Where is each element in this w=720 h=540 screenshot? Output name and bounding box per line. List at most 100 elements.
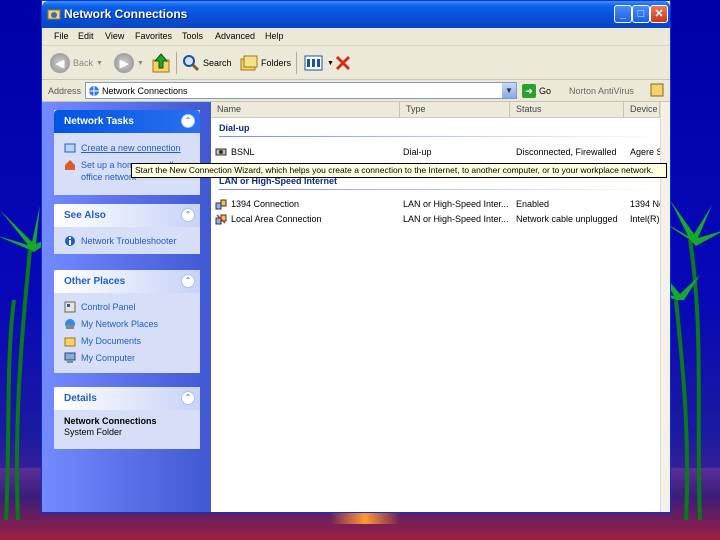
details-subtitle: System Folder xyxy=(64,427,123,437)
row-name: 1394 Connection xyxy=(231,199,300,209)
folders-icon xyxy=(240,55,258,71)
menu-view[interactable]: View xyxy=(105,31,124,41)
column-status[interactable]: Status xyxy=(510,102,624,118)
details-header[interactable]: Details ⌃ xyxy=(54,387,200,410)
network-troubleshooter-link[interactable]: Network Troubleshooter xyxy=(54,232,200,249)
row-name: BSNL xyxy=(231,147,255,157)
my-network-places-label: My Network Places xyxy=(81,318,159,329)
wizard-tooltip: Start the New Connection Wizard, which h… xyxy=(131,163,667,178)
back-dropdown-icon: ▼ xyxy=(96,59,103,67)
home-network-label-line2: office network xyxy=(81,171,137,182)
minimize-button[interactable]: _ xyxy=(614,5,632,23)
see-also-header[interactable]: See Also ⌃ xyxy=(54,204,200,227)
search-label: Search xyxy=(203,58,232,68)
my-network-places-link[interactable]: My Network Places xyxy=(54,315,200,332)
row-name: Local Area Connection xyxy=(231,214,322,224)
menu-favorites[interactable]: Favorites xyxy=(135,31,172,41)
lan-unplugged-icon xyxy=(215,214,227,225)
search-button[interactable]: Search xyxy=(182,52,232,74)
details-title: Details xyxy=(64,393,97,404)
search-icon xyxy=(183,55,200,72)
table-row[interactable]: Local Area Connection LAN or High-Speed … xyxy=(211,212,670,227)
address-value: Network Connections xyxy=(102,86,188,96)
forward-button[interactable]: ▶ ▼ xyxy=(114,52,144,74)
group-divider xyxy=(219,136,659,137)
menu-file[interactable]: File xyxy=(54,31,69,41)
my-documents-link[interactable]: My Documents xyxy=(54,332,200,349)
control-panel-label: Control Panel xyxy=(81,301,136,312)
column-name[interactable]: Name xyxy=(211,102,400,118)
info-icon xyxy=(65,235,75,246)
my-documents-label: My Documents xyxy=(81,335,142,346)
address-input[interactable]: Network Connections ▼ xyxy=(85,82,517,99)
my-computer-label: My Computer xyxy=(81,352,136,363)
table-row[interactable]: 1394 Connection LAN or High-Speed Inter.… xyxy=(211,197,670,212)
details-name: Network Connections xyxy=(64,416,157,426)
explorer-window: Network Connections _ □ ✕ File Edit View… xyxy=(41,0,671,513)
network-tasks-panel: Network Tasks ⌃ Create a new connection … xyxy=(54,110,200,195)
create-connection-label: Create a new connection xyxy=(81,142,181,153)
delete-button[interactable] xyxy=(334,52,352,74)
row-type: LAN or High-Speed Inter... xyxy=(403,214,508,224)
documents-folder-icon xyxy=(64,337,76,346)
dialup-connection-icon xyxy=(215,148,227,156)
table-row[interactable]: BSNL Dial-up Disconnected, Firewalled Ag… xyxy=(211,145,670,160)
column-type[interactable]: Type xyxy=(400,102,510,118)
folders-button[interactable]: Folders xyxy=(240,52,291,74)
menu-advanced[interactable]: Advanced xyxy=(215,31,255,41)
toolbar-separator xyxy=(176,52,177,74)
menu-edit[interactable]: Edit xyxy=(78,31,94,41)
group-dial-up: Dial-up xyxy=(219,123,250,133)
address-dropdown-icon[interactable]: ▼ xyxy=(502,83,516,98)
other-places-panel: Other Places ⌃ Control Panel My Network … xyxy=(54,270,200,373)
collapse-chevron-icon[interactable]: ⌃ xyxy=(181,274,195,288)
norton-icon[interactable] xyxy=(650,83,664,97)
create-connection-link[interactable]: Create a new connection xyxy=(54,139,200,156)
row-type: Dial-up xyxy=(403,147,432,157)
folders-label: Folders xyxy=(261,58,292,68)
close-button[interactable]: ✕ xyxy=(650,5,668,23)
standard-toolbar: ◀ Back ▼ ▶ ▼ Search Folders ▼ xyxy=(42,46,670,80)
my-computer-link[interactable]: My Computer xyxy=(54,349,200,366)
go-button[interactable]: ➜ Go xyxy=(522,84,551,98)
details-panel: Details ⌃ Network Connections System Fol… xyxy=(54,387,200,449)
control-panel-icon xyxy=(64,301,76,312)
group-divider xyxy=(219,189,659,190)
group-lan: LAN or High-Speed Internet xyxy=(219,176,338,186)
address-bar: Address Network Connections ▼ ➜ Go Norto… xyxy=(42,80,670,102)
new-connection-icon xyxy=(64,143,76,152)
column-device-name[interactable]: Device Name xyxy=(624,102,660,118)
views-button[interactable]: ▼ xyxy=(304,52,334,74)
address-label: Address xyxy=(48,86,82,96)
back-button[interactable]: ◀ Back ▼ xyxy=(50,52,103,74)
menu-tools[interactable]: Tools xyxy=(182,31,203,41)
toolbar-separator xyxy=(296,52,297,74)
norton-antivirus-button[interactable]: Norton AntiVirus xyxy=(569,86,634,96)
see-also-title: See Also xyxy=(64,210,106,221)
row-device: Intel(R) PR xyxy=(630,214,660,224)
row-status: Enabled xyxy=(516,199,550,209)
row-device: 1394 Net A xyxy=(630,199,660,209)
back-label: Back xyxy=(73,58,94,68)
delete-x-icon xyxy=(335,55,351,71)
back-arrow-icon: ◀ xyxy=(50,53,70,73)
computer-icon xyxy=(64,352,76,363)
row-type: LAN or High-Speed Inter... xyxy=(403,199,508,209)
control-panel-link[interactable]: Control Panel xyxy=(54,298,200,315)
menu-help[interactable]: Help xyxy=(265,31,284,41)
network-troubleshooter-label: Network Troubleshooter xyxy=(81,235,177,246)
other-places-header[interactable]: Other Places ⌃ xyxy=(54,270,200,293)
go-label: Go xyxy=(539,86,552,96)
network-places-icon xyxy=(65,318,75,329)
collapse-chevron-icon[interactable]: ⌃ xyxy=(181,114,195,128)
other-places-title: Other Places xyxy=(64,276,126,287)
title-bar[interactable]: Network Connections _ □ ✕ xyxy=(42,1,670,28)
collapse-chevron-icon[interactable]: ⌃ xyxy=(181,208,195,222)
row-device: Agere Systems xyxy=(630,147,660,157)
forward-arrow-icon: ▶ xyxy=(114,53,134,73)
network-tasks-header[interactable]: Network Tasks ⌃ xyxy=(54,110,200,133)
collapse-chevron-icon[interactable]: ⌃ xyxy=(181,391,195,405)
maximize-button[interactable]: □ xyxy=(632,5,650,23)
row-status: Disconnected, Firewalled xyxy=(516,147,617,157)
up-folder-button[interactable] xyxy=(152,52,170,74)
